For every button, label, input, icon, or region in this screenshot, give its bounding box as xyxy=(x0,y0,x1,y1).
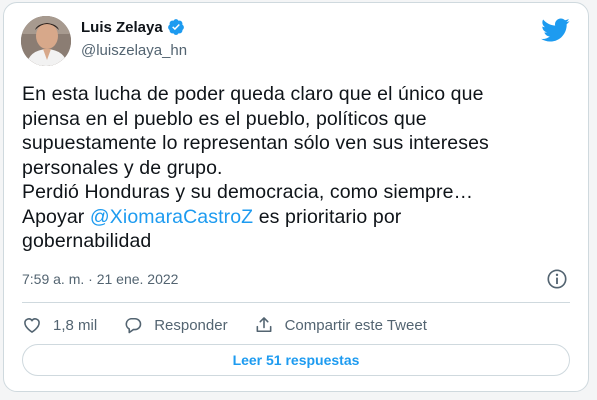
reply-button[interactable]: Responder xyxy=(123,315,228,335)
mention-link[interactable]: @XiomaraCastroZ xyxy=(90,206,253,228)
avatar[interactable] xyxy=(21,16,71,66)
tweet-line: supuestamente lo representan sólo ven su… xyxy=(22,132,489,154)
tweet-text: En esta lucha de poder queda claro que e… xyxy=(22,82,572,254)
tweet-line-mention: Apoyar @XiomaraCastroZ es prioritario po… xyxy=(22,205,572,230)
author-name[interactable]: Luis Zelaya xyxy=(81,19,163,36)
line-prefix: Apoyar xyxy=(22,205,90,228)
tweet-line: personales y de grupo. xyxy=(22,156,223,179)
tweet-actions: 1,8 mil Responder Compartir este Tweet xyxy=(22,313,453,337)
share-button[interactable]: Compartir este Tweet xyxy=(254,315,427,335)
author-handle[interactable]: @luiszelaya_hn xyxy=(81,42,187,59)
share-label: Compartir este Tweet xyxy=(284,316,427,334)
reply-bubble-icon xyxy=(125,317,142,334)
verified-badge-icon xyxy=(167,19,184,35)
avatar-photo xyxy=(21,16,71,66)
info-icon[interactable] xyxy=(546,268,568,290)
heart-icon xyxy=(24,318,40,334)
author-name-row[interactable]: Luis Zelaya xyxy=(81,18,185,36)
share-icon xyxy=(256,317,272,333)
like-count: 1,8 mil xyxy=(53,316,98,334)
line-suffix: es prioritario por xyxy=(253,205,402,228)
divider xyxy=(22,302,570,303)
twitter-bird-icon[interactable] xyxy=(540,17,570,43)
tweet-line: piensa en el pueblo es el pueblo, políti… xyxy=(22,107,427,130)
tweet-line: En esta lucha de poder queda claro que e… xyxy=(22,83,484,105)
tweet-timestamp[interactable]: 7:59 a. m. · 21 ene. 2022 xyxy=(22,271,178,287)
read-replies-button[interactable]: Leer 51 respuestas xyxy=(22,344,570,376)
reply-label: Responder xyxy=(154,316,228,334)
tweet-line: gobernabilidad xyxy=(22,230,152,252)
tweet-card: Luis Zelaya @luiszelaya_hn En esta lucha… xyxy=(3,2,589,392)
tweet-line: Perdió Honduras y su democracia, como si… xyxy=(22,181,474,203)
like-button[interactable]: 1,8 mil xyxy=(22,315,97,335)
